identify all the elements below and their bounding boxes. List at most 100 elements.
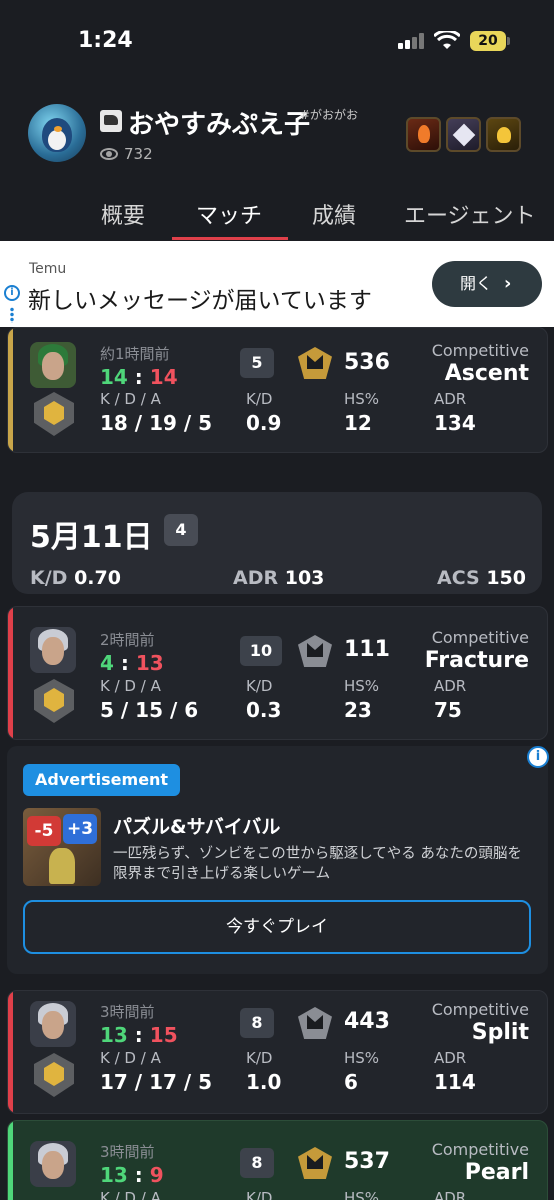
adr-value: 114 xyxy=(434,1070,476,1094)
day-acs: ACS 150 xyxy=(437,567,526,589)
agent-portrait xyxy=(30,627,76,673)
placement-badge: 5 xyxy=(240,348,274,378)
adr-label: ADR xyxy=(434,1049,467,1067)
tab-overview[interactable]: 概要 xyxy=(101,198,145,230)
match-time: 2時間前 xyxy=(100,631,155,649)
match-score: 13 : 9 xyxy=(100,1163,164,1187)
match-time: 3時間前 xyxy=(100,1003,155,1021)
rank-icon xyxy=(34,679,74,723)
game-thumbnail[interactable]: -5 +3 xyxy=(23,808,101,886)
signal-icon xyxy=(398,33,426,49)
active-tab-indicator xyxy=(172,237,288,240)
hs-label: HS% xyxy=(344,1189,380,1200)
ad-source: Temu xyxy=(29,261,67,277)
eye-icon xyxy=(100,148,118,160)
ad-open-button[interactable]: 開く › xyxy=(432,261,542,307)
kda-label: K / D / A xyxy=(100,1189,161,1200)
ad-info-icon[interactable]: i xyxy=(527,746,549,768)
match-map: Fracture xyxy=(424,648,529,673)
kda-label: K / D / A xyxy=(100,390,161,408)
kd-label: K/D xyxy=(246,1049,273,1067)
rr-value: 111 xyxy=(344,637,390,662)
adr-value: 75 xyxy=(434,698,462,722)
rank-rating-icon xyxy=(298,347,332,379)
kd-label: K/D xyxy=(246,390,273,408)
agent-portrait xyxy=(30,1001,76,1047)
kda-label: K / D / A xyxy=(100,1049,161,1067)
kd-value: 1.0 xyxy=(246,1070,282,1094)
adr-value: 134 xyxy=(434,411,476,435)
day-kd: K/D 0.70 xyxy=(30,567,121,589)
match-score: 14 : 14 xyxy=(100,365,178,389)
tab-stats[interactable]: 成績 xyxy=(312,198,356,230)
match-mode: Competitive xyxy=(431,1000,529,1019)
battery-icon: 20 xyxy=(470,31,506,51)
ad-info-icon[interactable]: i xyxy=(4,285,20,301)
chevron-right-icon: › xyxy=(504,273,512,294)
match-score: 13 : 15 xyxy=(100,1023,178,1047)
result-indicator xyxy=(8,991,13,1113)
rr-value: 443 xyxy=(344,1009,390,1034)
avatar[interactable] xyxy=(28,104,86,162)
hs-value: 6 xyxy=(344,1070,358,1094)
placement-badge: 8 xyxy=(240,1148,274,1178)
hs-label: HS% xyxy=(344,677,380,695)
kda-label: K / D / A xyxy=(100,677,161,695)
battery-tip xyxy=(507,37,510,45)
match-card[interactable]: 2時間前 4 : 13 K / D / A 5 / 15 / 6 10 K/D … xyxy=(7,606,548,740)
ad-banner[interactable]: i Temu 新しいメッセージが届いています 開く › xyxy=(0,241,554,327)
match-map: Split xyxy=(471,1020,529,1045)
ad-dots-icon xyxy=(10,307,14,323)
match-time: 3時間前 xyxy=(100,1143,155,1161)
match-mode: Competitive xyxy=(431,341,529,360)
match-score: 4 : 13 xyxy=(100,651,164,675)
sponsored-ad-card[interactable]: i Advertisement -5 +3 パズル&サバイバル 一匹残らず、ゾン… xyxy=(7,746,549,974)
result-indicator xyxy=(8,607,13,739)
tab-agents[interactable]: エージェント xyxy=(404,198,536,230)
hs-label: HS% xyxy=(344,1049,380,1067)
match-map: Ascent xyxy=(444,361,529,386)
kda-value: 17 / 17 / 5 xyxy=(100,1070,213,1094)
ad-open-label: 開く xyxy=(460,274,493,293)
riot-icon xyxy=(100,110,122,132)
chick-badge-icon[interactable] xyxy=(486,117,521,152)
game-description: 一匹残らず、ゾンビをこの世から駆逐してやる あなたの頭脳を限界まで引き上げる楽し… xyxy=(113,846,522,882)
hs-label: HS% xyxy=(344,390,380,408)
kda-value: 5 / 15 / 6 xyxy=(100,698,199,722)
diamond-badge-icon[interactable] xyxy=(446,117,481,152)
advertisement-tag: Advertisement xyxy=(23,764,181,796)
agent-portrait xyxy=(30,342,76,388)
tab-matches[interactable]: マッチ xyxy=(196,198,262,230)
fire-badge-icon[interactable] xyxy=(406,117,441,152)
day-match-count: 4 xyxy=(164,514,198,546)
status-bar: 1:24 20 xyxy=(0,0,554,80)
dice-red: -5 xyxy=(27,816,61,846)
status-time: 1:24 xyxy=(78,28,133,53)
kda-value: 18 / 19 / 5 xyxy=(100,411,213,435)
rr-value: 536 xyxy=(344,350,390,375)
game-title: パズル&サバイバル xyxy=(113,816,281,838)
result-indicator xyxy=(8,1121,13,1200)
match-card[interactable]: 3時間前 13 : 15 K / D / A 17 / 17 / 5 8 K/D… xyxy=(7,990,548,1114)
rank-rating-icon xyxy=(298,1007,332,1039)
kd-value: 0.3 xyxy=(246,698,282,722)
player-tag: #がおがお xyxy=(300,108,359,122)
wifi-icon xyxy=(434,31,460,49)
placement-badge: 8 xyxy=(240,1008,274,1038)
hs-value: 23 xyxy=(344,698,372,722)
rr-value: 537 xyxy=(344,1149,390,1174)
kd-value: 0.9 xyxy=(246,411,282,435)
day-summary: 5月11日 4 K/D 0.70 ADR 103 ACS 150 xyxy=(12,492,542,594)
kd-label: K/D xyxy=(246,677,273,695)
match-map: Pearl xyxy=(464,1160,529,1185)
ad-headline: 新しいメッセージが届いています xyxy=(28,288,372,314)
kd-label: K/D xyxy=(246,1189,273,1200)
match-mode: Competitive xyxy=(431,1140,529,1159)
match-card[interactable]: 3時間前 13 : 9 K / D / A 8 K/D 537 HS% Comp… xyxy=(7,1120,548,1200)
play-now-button[interactable]: 今すぐプレイ xyxy=(23,900,531,954)
match-card[interactable]: 約1時間前 14 : 14 K / D / A 18 / 19 / 5 5 K/… xyxy=(7,327,548,453)
day-adr: ADR 103 xyxy=(233,567,325,589)
view-count: 732 xyxy=(124,145,153,163)
match-time: 約1時間前 xyxy=(100,345,170,363)
rank-rating-icon xyxy=(298,635,332,667)
